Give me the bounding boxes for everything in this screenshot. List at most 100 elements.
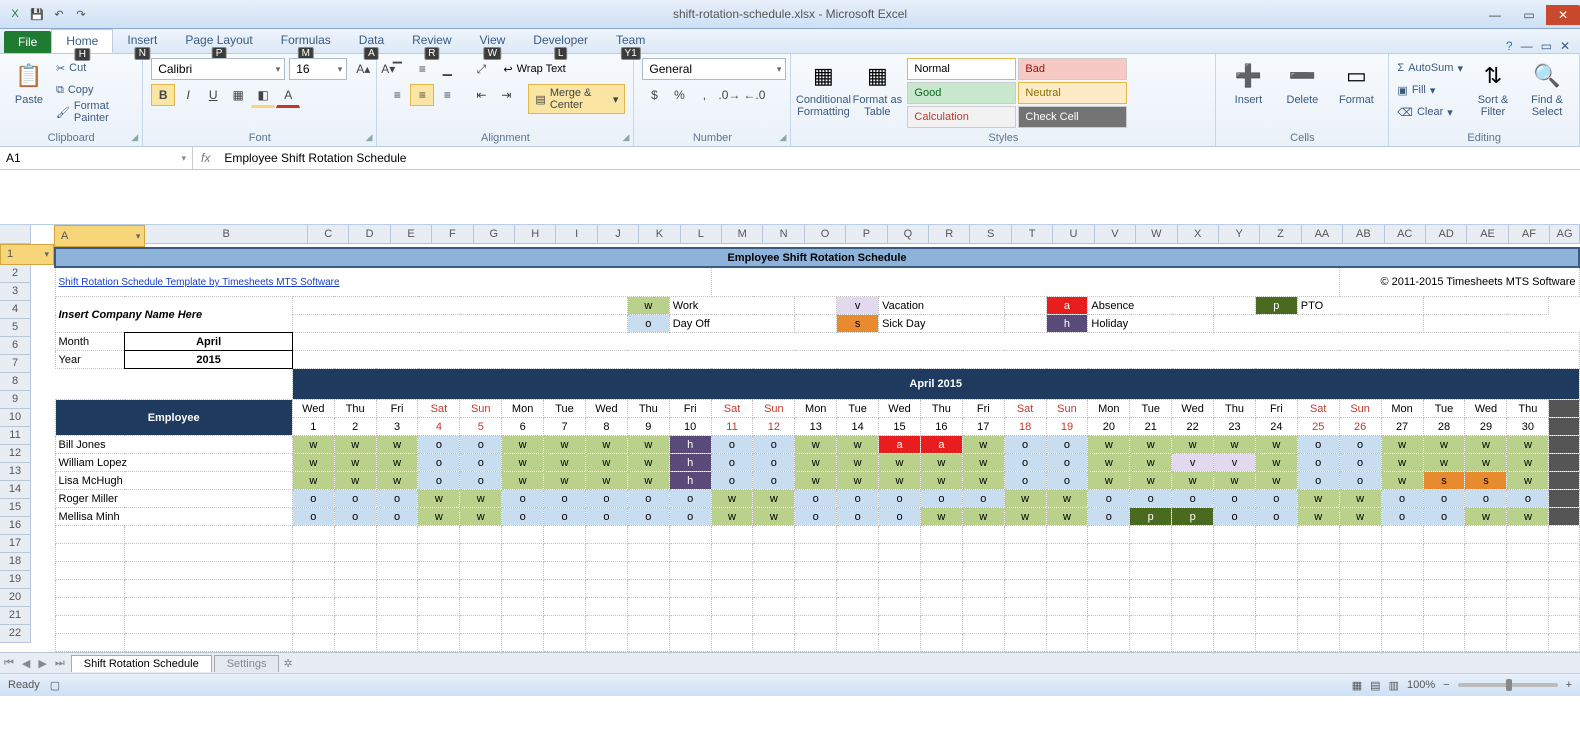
ribbon-minimize-button[interactable]: — [1521,39,1533,53]
cell[interactable] [753,526,795,544]
cell[interactable]: o [1339,436,1381,454]
cell[interactable] [1549,400,1579,418]
col-header[interactable]: W [1136,225,1177,244]
cell[interactable] [1381,634,1423,652]
restore-window-button[interactable]: ▭ [1541,39,1552,53]
zoom-level[interactable]: 100% [1407,679,1435,691]
qat-undo-icon[interactable]: ↶ [50,5,68,23]
cell[interactable]: o [460,436,502,454]
cell[interactable] [334,526,376,544]
cell[interactable]: April 2015 [292,369,1579,400]
cell[interactable] [125,526,292,544]
zoom-out-button[interactable]: − [1443,679,1449,691]
cell[interactable] [1549,454,1579,472]
row-header[interactable]: 16 [0,517,31,535]
cell[interactable]: Bill Jones [55,436,292,454]
cell[interactable] [544,634,586,652]
cell[interactable]: h [1046,315,1088,333]
close-workbook-button[interactable]: ✕ [1560,39,1570,53]
cell[interactable]: Sun [753,400,795,418]
sheet-nav-next[interactable]: ▶ [34,657,50,670]
cell[interactable]: w [795,436,837,454]
cell[interactable] [376,562,418,580]
cell[interactable]: v [1172,454,1214,472]
paste-button[interactable]: 📋Paste [8,58,50,108]
cell[interactable]: o [1214,508,1256,526]
cell[interactable]: o [544,490,586,508]
borders-button[interactable]: ▦ [226,84,250,106]
cell[interactable] [1549,598,1579,616]
cell[interactable] [292,333,1579,351]
cell[interactable]: w [544,436,586,454]
cell[interactable] [292,315,627,333]
col-header[interactable]: V [1095,225,1136,244]
col-header[interactable]: I [556,225,597,244]
cell[interactable] [753,634,795,652]
row-headers[interactable]: 12345678910111213141516171819202122 [0,244,54,643]
cell[interactable] [1507,616,1549,634]
cell[interactable]: o [1046,436,1088,454]
cell[interactable]: w [879,472,921,490]
cell[interactable]: w [1297,490,1339,508]
decrease-decimal-button[interactable]: ←.0 [742,84,766,106]
cell[interactable] [920,616,962,634]
cell[interactable]: 4 [418,418,460,436]
cell[interactable]: w [1172,436,1214,454]
cell[interactable]: o [1297,436,1339,454]
formula-input[interactable]: Employee Shift Rotation Schedule [218,151,1580,165]
col-header[interactable]: A [54,225,145,247]
align-left-button[interactable]: ≡ [385,84,409,106]
col-header[interactable]: H [515,225,556,244]
cell[interactable] [669,562,711,580]
accounting-button[interactable]: $ [642,84,666,106]
col-header[interactable]: AD [1426,225,1467,244]
cell[interactable]: o [585,508,627,526]
cell[interactable]: Tue [1130,400,1172,418]
cell[interactable] [1339,544,1381,562]
fill-color-button[interactable]: ◧ [251,84,275,108]
cell[interactable] [544,526,586,544]
cell[interactable] [1297,616,1339,634]
cell[interactable]: 17 [962,418,1004,436]
maximize-button[interactable]: ▭ [1512,5,1546,25]
cell[interactable]: a [1046,297,1088,315]
cell[interactable]: Mon [502,400,544,418]
cell[interactable]: Employee Shift Rotation Schedule [55,248,1579,267]
cell[interactable]: 25 [1297,418,1339,436]
col-header[interactable]: D [349,225,390,244]
cell[interactable] [753,616,795,634]
cell[interactable]: w [585,472,627,490]
cell[interactable] [1255,634,1297,652]
col-header[interactable]: G [474,225,515,244]
cell[interactable]: o [1172,490,1214,508]
view-normal-icon[interactable]: ▦ [1352,679,1362,692]
cell[interactable]: h [669,436,711,454]
cell[interactable] [502,526,544,544]
cell[interactable] [1549,508,1579,526]
cell[interactable]: w [1465,436,1507,454]
cell[interactable] [1549,526,1579,544]
cell[interactable] [125,634,292,652]
cell[interactable] [1339,598,1381,616]
cell[interactable] [502,634,544,652]
cell[interactable]: w [920,472,962,490]
cell[interactable]: Wed [585,400,627,418]
cell[interactable] [1046,634,1088,652]
cell[interactable]: o [334,490,376,508]
cell[interactable]: Sun [1046,400,1088,418]
cell[interactable]: p [1130,508,1172,526]
col-header[interactable]: E [391,225,432,244]
cell[interactable] [962,562,1004,580]
cell[interactable] [292,526,334,544]
autosum-button[interactable]: ΣAutoSum ▾ [1397,58,1463,78]
cell[interactable] [1465,544,1507,562]
cell[interactable] [460,634,502,652]
cell[interactable] [1130,526,1172,544]
cell[interactable]: w [1255,472,1297,490]
cell[interactable]: o [1339,472,1381,490]
cell[interactable] [1088,562,1130,580]
cell[interactable] [1465,616,1507,634]
cell[interactable] [418,544,460,562]
cell[interactable] [1381,526,1423,544]
cell-style-neutral[interactable]: Neutral [1018,82,1127,104]
